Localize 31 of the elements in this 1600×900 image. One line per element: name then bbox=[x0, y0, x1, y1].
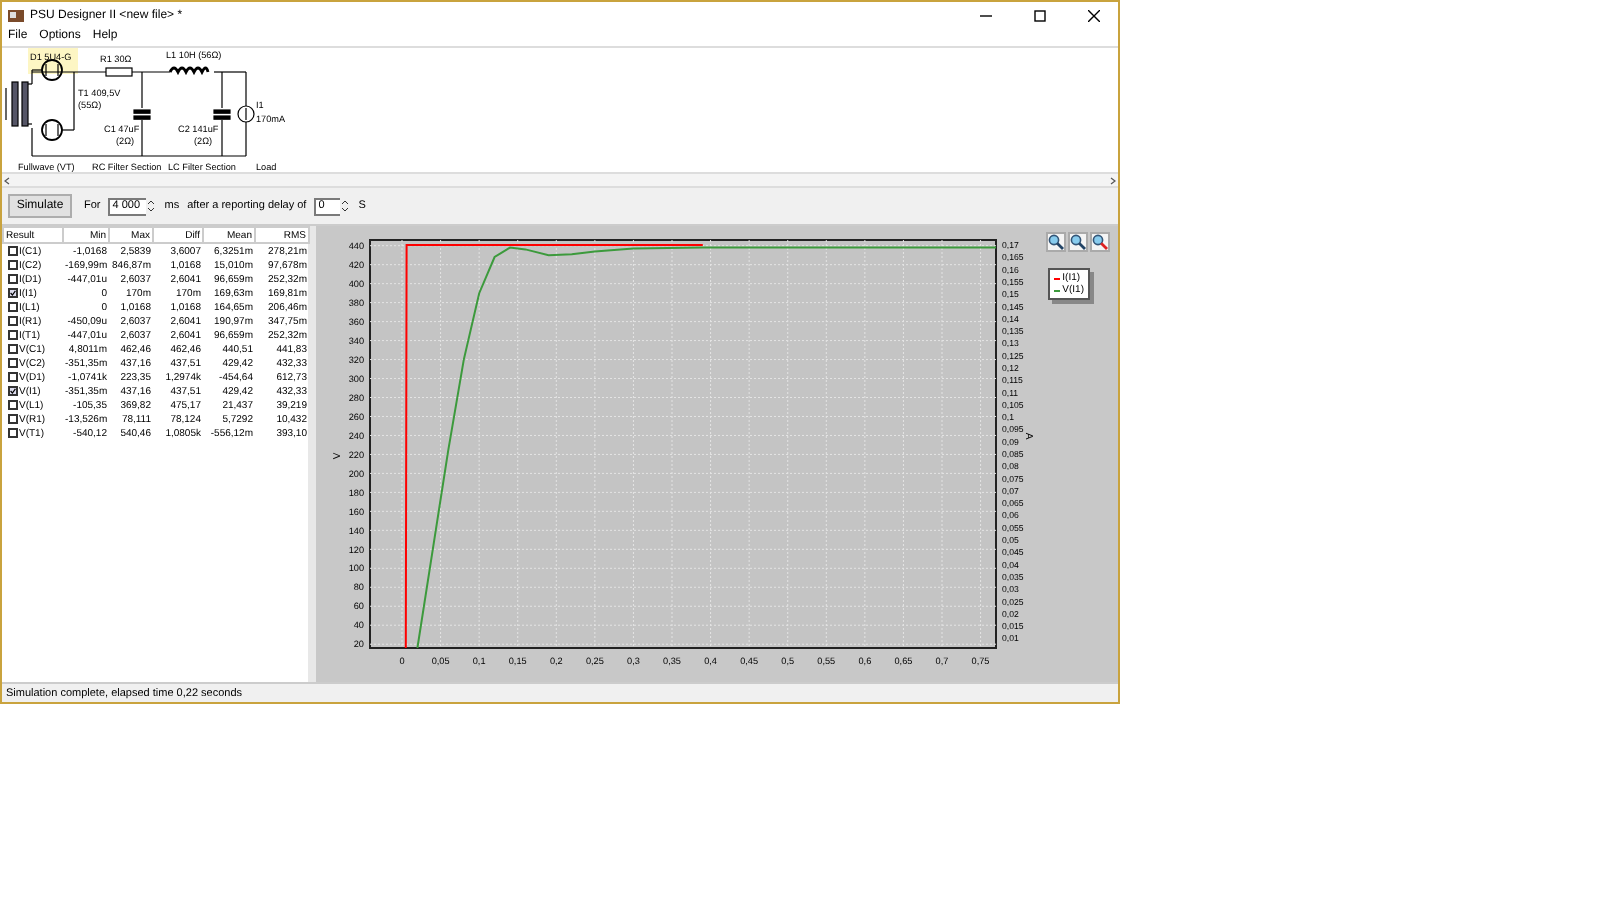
app-icon bbox=[8, 8, 24, 22]
checkbox[interactable] bbox=[7, 344, 17, 354]
checkbox[interactable] bbox=[7, 400, 17, 410]
zoom-in-button[interactable] bbox=[1046, 232, 1066, 252]
zoom-icon bbox=[1092, 234, 1108, 250]
minimize-icon bbox=[980, 9, 992, 21]
checkbox[interactable] bbox=[7, 428, 17, 438]
checkbox[interactable] bbox=[7, 302, 17, 312]
close-icon bbox=[1088, 9, 1100, 21]
horizontal-scrollbar[interactable] bbox=[2, 172, 1118, 188]
checkbox[interactable] bbox=[7, 246, 17, 256]
checkbox[interactable] bbox=[7, 414, 17, 424]
checkbox[interactable] bbox=[7, 386, 17, 396]
scroll-left-icon[interactable] bbox=[2, 175, 12, 185]
zoom-icon bbox=[1070, 234, 1086, 250]
spin-icon[interactable] bbox=[340, 198, 351, 214]
checkbox[interactable] bbox=[7, 316, 17, 326]
scroll-right-icon[interactable] bbox=[1108, 175, 1118, 185]
checkbox[interactable] bbox=[7, 330, 17, 340]
legend-swatch-icon bbox=[1054, 287, 1061, 293]
zoom-icon bbox=[1048, 234, 1064, 250]
spin-icon[interactable] bbox=[146, 198, 157, 214]
checkbox[interactable] bbox=[7, 372, 17, 382]
zoom-reset-button[interactable] bbox=[1090, 232, 1110, 252]
checkbox[interactable] bbox=[7, 274, 17, 284]
zoom-out-button[interactable] bbox=[1068, 232, 1088, 252]
checkbox[interactable] bbox=[7, 260, 17, 270]
maximize-icon bbox=[1034, 9, 1046, 21]
checkbox[interactable] bbox=[7, 288, 17, 298]
checkbox[interactable] bbox=[7, 358, 17, 368]
legend-swatch-icon bbox=[1054, 275, 1061, 281]
